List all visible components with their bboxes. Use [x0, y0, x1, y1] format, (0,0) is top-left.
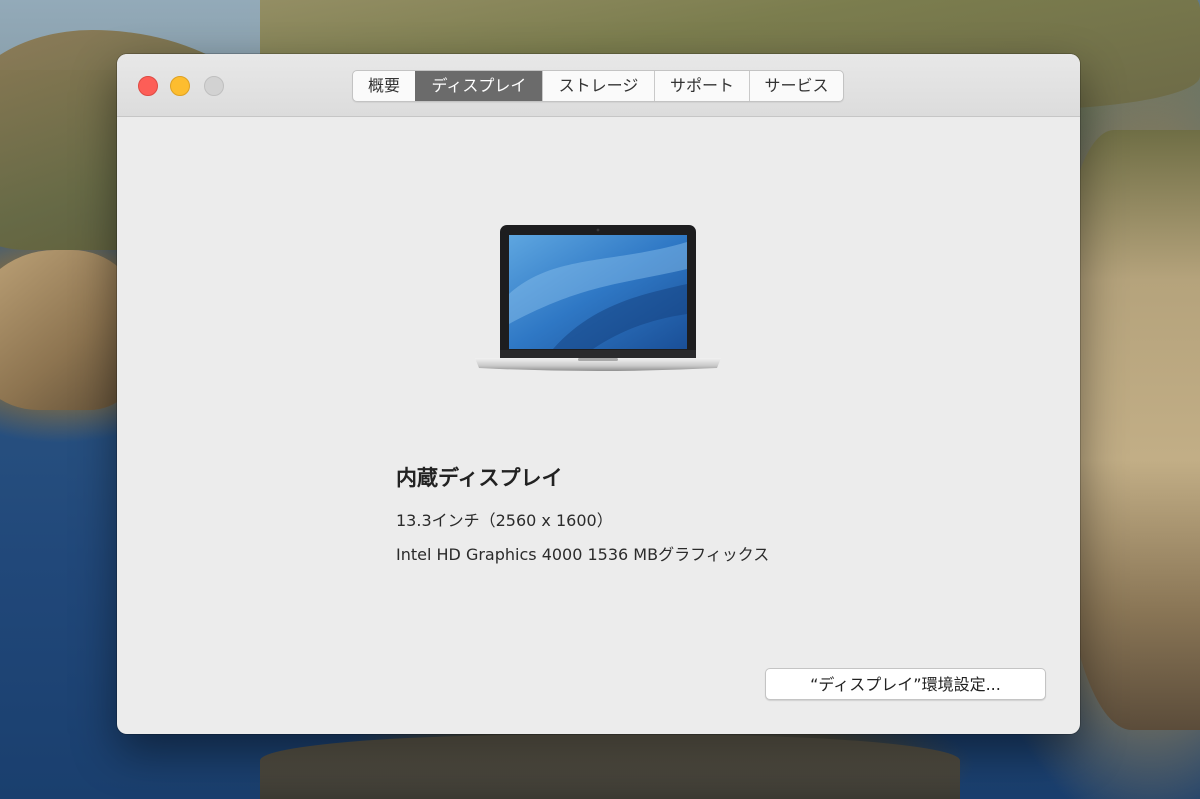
laptop-icon	[475, 225, 721, 371]
display-graphics: Intel HD Graphics 4000 1536 MBグラフィックス	[396, 545, 770, 564]
tab-storage[interactable]: ストレージ	[542, 71, 654, 101]
wallpaper-cliff	[1060, 130, 1200, 730]
tab-support[interactable]: サポート	[654, 71, 749, 101]
tab-displays[interactable]: ディスプレイ	[415, 71, 542, 101]
tab-bar: 概要 ディスプレイ ストレージ サポート サービス	[352, 70, 844, 102]
display-preferences-button[interactable]: “ディスプレイ”環境設定...	[765, 668, 1046, 700]
about-this-mac-window: 概要 ディスプレイ ストレージ サポート サービス 内蔵ディスプレイ 13.3イ…	[117, 54, 1080, 734]
tab-service[interactable]: サービス	[749, 71, 843, 101]
close-button[interactable]	[138, 76, 158, 96]
wallpaper-rocks	[260, 735, 960, 799]
minimize-button[interactable]	[170, 76, 190, 96]
window-titlebar[interactable]: 概要 ディスプレイ ストレージ サポート サービス	[117, 54, 1080, 117]
display-size: 13.3インチ（2560 x 1600）	[396, 511, 613, 530]
tab-overview[interactable]: 概要	[353, 71, 415, 101]
zoom-button	[204, 76, 224, 96]
display-name: 内蔵ディスプレイ	[396, 466, 563, 490]
